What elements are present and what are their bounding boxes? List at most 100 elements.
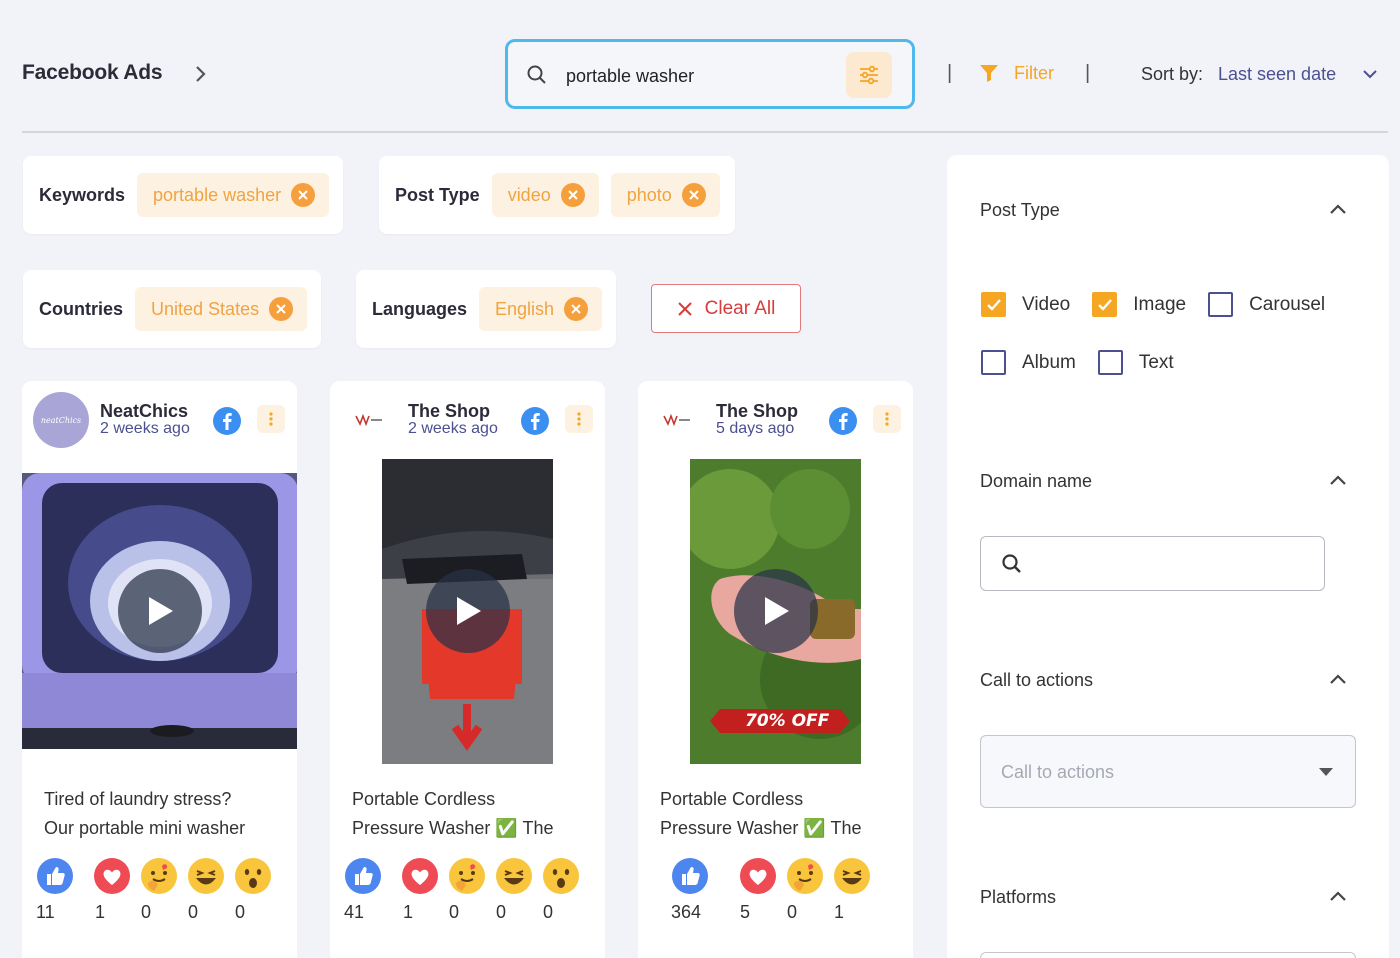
page-title: Facebook Ads bbox=[22, 61, 163, 84]
select-placeholder: Call to actions bbox=[1001, 762, 1115, 782]
avatar bbox=[649, 392, 705, 448]
posted-time: 2 weeks ago bbox=[100, 420, 190, 437]
page-name[interactable]: The Shop bbox=[408, 401, 490, 422]
more-vertical-icon bbox=[577, 412, 581, 426]
languages-filter-group: Languages English bbox=[356, 270, 616, 348]
checkbox-label: Carousel bbox=[1249, 293, 1326, 315]
remove-chip-button[interactable] bbox=[681, 183, 706, 207]
filter-button[interactable]: Filter bbox=[978, 62, 1054, 84]
like-icon bbox=[37, 858, 73, 894]
remove-chip-button[interactable] bbox=[291, 183, 316, 207]
chip-label: video bbox=[507, 184, 551, 205]
chevron-up-icon[interactable] bbox=[1327, 886, 1349, 908]
avatar: neatChics bbox=[33, 392, 89, 448]
card-menu-button[interactable] bbox=[257, 405, 285, 433]
search-icon bbox=[1002, 554, 1021, 573]
ad-caption: Portable Cordless Pressure Washer ✅ The bbox=[352, 785, 592, 843]
chevron-right-icon[interactable] bbox=[190, 62, 212, 86]
chevron-up-icon[interactable] bbox=[1327, 199, 1349, 221]
clear-all-label: Clear All bbox=[704, 297, 776, 319]
haha-icon bbox=[834, 858, 870, 894]
call-to-actions-title: Call to actions bbox=[980, 670, 1094, 690]
checkbox-empty-icon[interactable] bbox=[981, 350, 1006, 375]
play-button[interactable] bbox=[426, 569, 510, 653]
shop-logo-icon bbox=[663, 413, 690, 427]
play-button[interactable] bbox=[118, 569, 202, 653]
reactions-row bbox=[652, 857, 902, 897]
search-input[interactable] bbox=[566, 66, 826, 87]
ad-media[interactable] bbox=[382, 459, 553, 764]
funnel-icon bbox=[980, 65, 998, 82]
sliders-icon bbox=[860, 65, 878, 85]
filter-sidebar: Post Type Video Image Carousel Album Tex… bbox=[947, 155, 1389, 958]
haha-count: 0 bbox=[496, 902, 507, 922]
sort-label: Sort by: bbox=[1141, 64, 1204, 84]
card-menu-button[interactable] bbox=[565, 405, 593, 433]
avatar bbox=[341, 392, 397, 448]
page-name[interactable]: The Shop bbox=[716, 401, 798, 422]
checkbox-image[interactable]: Image bbox=[1092, 292, 1186, 317]
checkbox-video[interactable]: Video bbox=[981, 292, 1070, 317]
filter-chip: portable washer bbox=[137, 173, 330, 217]
ad-card[interactable]: The Shop 5 days ago 70% OFF Portable Cor… bbox=[638, 381, 913, 958]
love-count: 1 bbox=[95, 902, 106, 922]
chevron-up-icon[interactable] bbox=[1327, 669, 1349, 691]
ad-media[interactable]: 70% OFF bbox=[690, 459, 861, 764]
chevron-down-icon[interactable] bbox=[1360, 64, 1380, 84]
posted-time: 2 weeks ago bbox=[408, 420, 498, 437]
like-count: 41 bbox=[344, 902, 365, 922]
checkbox-carousel[interactable]: Carousel bbox=[1208, 292, 1325, 317]
close-icon bbox=[568, 190, 578, 200]
sort-dropdown[interactable]: Last seen date bbox=[1218, 64, 1336, 85]
like-icon bbox=[345, 858, 381, 894]
checkbox-empty-icon[interactable] bbox=[1208, 292, 1234, 317]
checkbox-checked-icon[interactable] bbox=[1092, 292, 1118, 317]
checkbox-label: Text bbox=[1138, 351, 1174, 373]
play-button[interactable] bbox=[734, 569, 818, 653]
haha-count: 1 bbox=[834, 902, 845, 922]
facebook-icon bbox=[521, 407, 549, 435]
remove-chip-button[interactable] bbox=[269, 297, 294, 321]
close-icon bbox=[276, 304, 286, 314]
search-box[interactable] bbox=[505, 39, 915, 109]
care-count: 0 bbox=[787, 902, 798, 922]
love-icon bbox=[94, 858, 130, 894]
post-type-title: Post Type bbox=[980, 200, 1060, 220]
checkbox-empty-icon[interactable] bbox=[1097, 350, 1123, 375]
more-vertical-icon bbox=[269, 412, 273, 426]
ad-caption: Tired of laundry stress? Our portable mi… bbox=[44, 785, 284, 843]
ad-caption: Portable Cordless Pressure Washer ✅ The bbox=[660, 785, 900, 843]
search-settings-button[interactable] bbox=[846, 52, 892, 98]
facebook-icon bbox=[213, 407, 241, 435]
platforms-select[interactable] bbox=[980, 952, 1356, 958]
page-name[interactable]: NeatChics bbox=[100, 401, 188, 422]
love-icon bbox=[740, 858, 776, 894]
play-icon bbox=[765, 597, 789, 625]
wow-icon bbox=[543, 858, 579, 894]
post-type-filter-group: Post Type video photo bbox=[379, 156, 735, 234]
care-icon bbox=[449, 858, 485, 894]
checkbox-text[interactable]: Text bbox=[1097, 350, 1174, 375]
ad-card[interactable]: neatChics NeatChics 2 weeks ago Tired of… bbox=[22, 381, 297, 958]
facebook-icon bbox=[829, 407, 857, 435]
clear-all-button[interactable]: Clear All bbox=[651, 284, 801, 333]
ad-card[interactable]: The Shop 2 weeks ago Portable Cordless P… bbox=[330, 381, 605, 958]
domain-search-input[interactable] bbox=[980, 536, 1325, 591]
filter-chip: English bbox=[479, 287, 603, 331]
checkbox-album[interactable]: Album bbox=[981, 350, 1076, 375]
keywords-filter-group: Keywords portable washer bbox=[23, 156, 343, 234]
domain-name-title: Domain name bbox=[980, 471, 1093, 491]
card-menu-button[interactable] bbox=[873, 405, 901, 433]
caption-line: Pressure Washer ✅ The bbox=[352, 818, 554, 838]
call-to-actions-select[interactable]: Call to actions bbox=[980, 735, 1356, 808]
chevron-up-icon[interactable] bbox=[1327, 470, 1349, 492]
close-icon bbox=[298, 190, 308, 200]
shop-logo-icon bbox=[355, 413, 382, 427]
remove-chip-button[interactable] bbox=[560, 183, 585, 207]
checkbox-label: Album bbox=[1022, 351, 1076, 373]
ad-media[interactable] bbox=[22, 473, 297, 749]
posted-time: 5 days ago bbox=[716, 420, 795, 437]
remove-chip-button[interactable] bbox=[564, 297, 589, 321]
haha-icon bbox=[188, 858, 224, 894]
checkbox-checked-icon[interactable] bbox=[981, 292, 1006, 317]
